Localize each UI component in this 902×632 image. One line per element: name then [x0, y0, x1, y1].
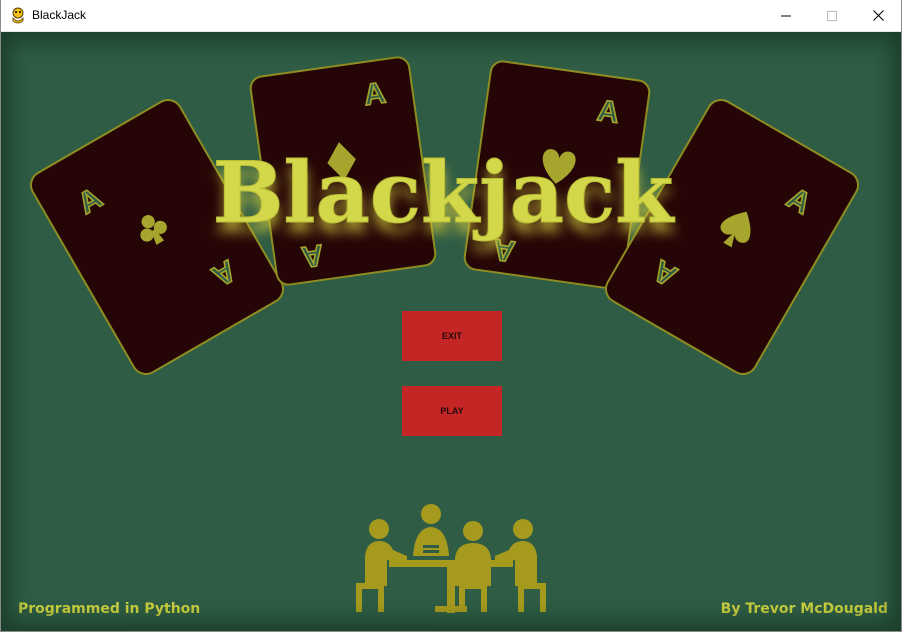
footer-author-label: By Trevor McDougald — [720, 601, 888, 617]
minimize-icon — [781, 15, 791, 16]
card-players-icon — [356, 504, 546, 613]
python-snake-icon — [12, 7, 24, 24]
window-title: BlackJack — [32, 8, 87, 22]
minimize-button[interactable] — [763, 0, 809, 31]
title-bar[interactable]: BlackJack — [1, 0, 901, 32]
logo-text: Blackjack — [213, 143, 676, 242]
maximize-icon — [827, 10, 837, 21]
game-canvas: A A A A A A A A Blackjack Blackjack EXIT… — [1, 32, 901, 631]
play-button[interactable]: PLAY — [402, 386, 502, 436]
app-window: BlackJack A A A A A A A A Blackjack Blac… — [0, 0, 902, 632]
close-button[interactable] — [855, 0, 901, 31]
logo-artwork: A A A A A A A A Blackjack Blackjack — [30, 56, 859, 375]
card-rank: A — [362, 77, 388, 113]
bottom-divider — [131, 626, 431, 631]
footer-programmed-label: Programmed in Python — [18, 601, 201, 617]
exit-button[interactable]: EXIT — [402, 311, 502, 361]
maximize-button[interactable] — [809, 0, 855, 31]
card-rank: A — [595, 94, 621, 130]
close-icon — [872, 10, 884, 21]
